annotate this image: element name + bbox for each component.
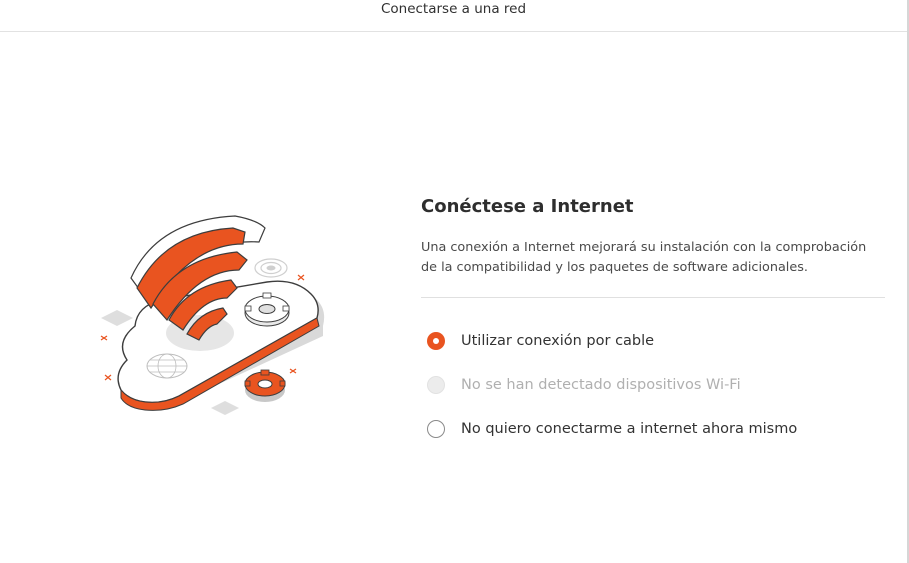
- gear-icon: [244, 369, 286, 402]
- installer-window: Conectarse a una red Conéctese a Interne…: [0, 0, 909, 563]
- window-title: Conectarse a una red: [380, 1, 527, 17]
- page-description: Una conexión a Internet mejorará su inst…: [421, 240, 867, 275]
- radio-checked-icon[interactable]: [427, 332, 445, 350]
- page-title: Conéctese a Internet: [421, 196, 634, 217]
- divider: [421, 297, 885, 298]
- cloud-wifi-illustration: [95, 208, 335, 426]
- option-wifi-connection: No se han detectado dispositivos Wi-Fi: [421, 364, 885, 408]
- shadow-diamond: [211, 401, 239, 415]
- option-label: Utilizar conexión por cable: [461, 333, 655, 349]
- option-no-connection[interactable]: No quiero conectarme a internet ahora mi…: [421, 408, 885, 452]
- option-label: No quiero conectarme a internet ahora mi…: [461, 421, 798, 437]
- header-bar: Conectarse a una red: [0, 0, 907, 32]
- globe-icon: [146, 353, 188, 379]
- connection-options: Utilizar conexión por cable No se han de…: [421, 320, 885, 452]
- target-icon: [254, 258, 288, 278]
- radio-disabled-icon: [427, 376, 445, 394]
- main-content: Conéctese a Internet Una conexión a Inte…: [421, 194, 885, 452]
- option-label: No se han detectado dispositivos Wi-Fi: [461, 377, 741, 393]
- shadow-diamond: [101, 310, 133, 326]
- option-wired-connection[interactable]: Utilizar conexión por cable: [421, 320, 885, 364]
- radio-unchecked-icon[interactable]: [427, 420, 445, 438]
